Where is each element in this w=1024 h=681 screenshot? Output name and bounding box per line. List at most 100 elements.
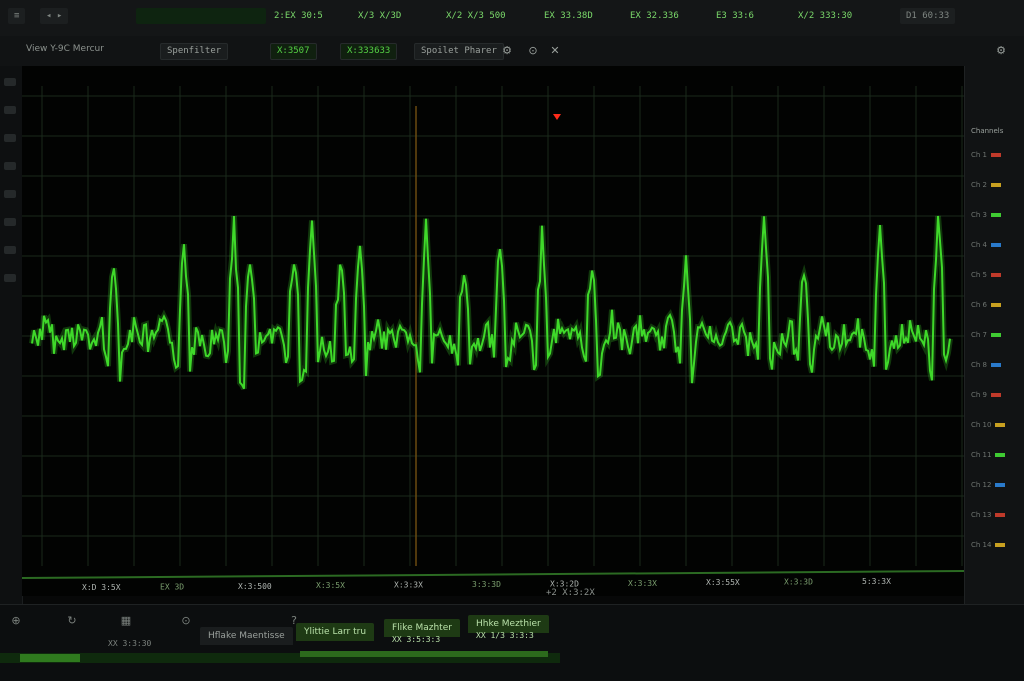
readout-5: EX 32.336 bbox=[630, 11, 679, 21]
channel-color-swatch bbox=[991, 243, 1002, 247]
level-meter-b bbox=[204, 8, 266, 24]
channel-color-swatch bbox=[991, 303, 1002, 307]
readout-4: EX 33.38D bbox=[544, 11, 593, 21]
marker-label: +2 X:3:2X bbox=[546, 588, 595, 598]
channel-label: Ch 1 bbox=[971, 151, 988, 159]
value-chip-b[interactable]: X:333633 bbox=[340, 43, 398, 60]
settings-icon[interactable]: ⚙ bbox=[500, 44, 514, 58]
channel-color-swatch bbox=[991, 213, 1002, 217]
channel-color-swatch bbox=[991, 153, 1002, 157]
rail-tool[interactable] bbox=[4, 190, 16, 198]
channel-label: Ch 13 bbox=[971, 511, 992, 519]
channel-label: Ch 6 bbox=[971, 301, 988, 309]
tab-maentisse[interactable]: Hflake Maentisse bbox=[200, 627, 293, 645]
readout-2: X/3 X/3D bbox=[358, 11, 402, 21]
waveform-trace bbox=[31, 215, 951, 390]
channel-color-swatch bbox=[995, 453, 1006, 457]
oscilloscope-display[interactable]: X:D 3:5X EX 3D X:3:500 X:3:5X X:3:3X 3:3:3D X:… bbox=[21, 66, 965, 596]
loop-icon[interactable]: ↻ bbox=[64, 613, 80, 629]
channel-label: Ch 10 bbox=[971, 421, 992, 429]
target-icon[interactable]: ⊙ bbox=[178, 613, 194, 629]
value-chip-a[interactable]: X:3507 bbox=[270, 43, 317, 60]
channel-label: Ch 2 bbox=[971, 181, 988, 189]
channel-color-swatch bbox=[991, 393, 1002, 397]
timeline-region[interactable] bbox=[300, 651, 548, 657]
channel-color-swatch bbox=[991, 273, 1002, 277]
level-meter-a bbox=[136, 8, 208, 24]
readout-1: 2:EX 30:5 bbox=[274, 11, 323, 21]
view-label: View Y-9C Mercur bbox=[26, 44, 104, 54]
bottom-readout: X:3:3X bbox=[394, 581, 423, 590]
channel-row[interactable]: Ch 3 bbox=[971, 210, 1019, 220]
channel-color-swatch bbox=[995, 513, 1006, 517]
channel-row[interactable]: Ch 2 bbox=[971, 180, 1019, 190]
channel-label: Ch 3 bbox=[971, 211, 988, 219]
channel-color-swatch bbox=[995, 483, 1006, 487]
readout-6: E3 33:6 bbox=[716, 11, 754, 21]
channel-label: Ch 4 bbox=[971, 241, 988, 249]
bottom-readout: 3:3:3D bbox=[472, 580, 501, 589]
bottom-readout: 5:3:3X bbox=[862, 577, 891, 586]
status-1: XX 3:3:30 bbox=[108, 639, 152, 648]
bottom-readout: X:3:3X bbox=[628, 579, 657, 588]
channel-row[interactable]: Ch 4 bbox=[971, 240, 1019, 250]
channel-row[interactable]: Ch 1 bbox=[971, 150, 1019, 160]
bottom-dock: ⊕ ↻ ▦ ⊙ ? Hflake Maentisse Ylittie Larr … bbox=[0, 604, 1024, 681]
rail-tool[interactable] bbox=[4, 78, 16, 86]
bottom-readout: X:3:5X bbox=[316, 581, 345, 590]
channel-row[interactable]: Ch 12 bbox=[971, 480, 1019, 490]
channel-row[interactable]: Ch 13 bbox=[971, 510, 1019, 520]
channel-row[interactable]: Ch 7 bbox=[971, 330, 1019, 340]
channel-row[interactable]: Ch 5 bbox=[971, 270, 1019, 280]
rail-tool[interactable] bbox=[4, 162, 16, 170]
channel-label: Ch 7 bbox=[971, 331, 988, 339]
bottom-readout: X:3:55X bbox=[706, 578, 740, 587]
channel-row[interactable]: Ch 10 bbox=[971, 420, 1019, 430]
close-icon[interactable]: ✕ bbox=[548, 44, 562, 58]
bottom-readout: X:3:500 bbox=[238, 582, 272, 591]
channel-row[interactable]: Ch 6 bbox=[971, 300, 1019, 310]
channel-label: Ch 9 bbox=[971, 391, 988, 399]
rail-tool[interactable] bbox=[4, 218, 16, 226]
rail-tool[interactable] bbox=[4, 134, 16, 142]
tab-larr[interactable]: Ylittie Larr tru bbox=[296, 623, 375, 641]
channel-row[interactable]: Ch 14 bbox=[971, 540, 1019, 550]
status-3: XX 1/3 3:3:3 bbox=[476, 631, 534, 640]
channel-row[interactable]: Ch 8 bbox=[971, 360, 1019, 370]
channel-label: Ch 5 bbox=[971, 271, 988, 279]
rail-tool[interactable] bbox=[4, 274, 16, 282]
channel-label: Ch 8 bbox=[971, 361, 988, 369]
baseline-rule bbox=[21, 570, 965, 579]
zoom-icon[interactable]: ⊕ bbox=[8, 613, 24, 629]
channel-label: Ch 12 bbox=[971, 481, 992, 489]
rail-tool[interactable] bbox=[4, 106, 16, 114]
left-tool-rail bbox=[0, 66, 23, 606]
readout-7: X/2 333:30 bbox=[798, 11, 853, 21]
channel-color-swatch bbox=[991, 333, 1002, 337]
channel-color-swatch bbox=[991, 363, 1002, 367]
channel-row[interactable]: Ch 11 bbox=[971, 450, 1019, 460]
grid-icon[interactable]: ▦ bbox=[118, 613, 134, 629]
readout-3: X/2 X/3 500 bbox=[446, 11, 506, 21]
window-settings-icon[interactable]: ⚙ bbox=[994, 44, 1008, 58]
waveform-canvas[interactable]: X:D 3:5X EX 3D X:3:500 X:3:5X X:3:3X 3:3:3D X:… bbox=[21, 66, 965, 596]
nav-chip[interactable]: ◂ ▸ bbox=[40, 8, 69, 24]
bottom-readout: EX 3D bbox=[160, 582, 184, 591]
channel-row[interactable]: Ch 9 bbox=[971, 390, 1019, 400]
status-2: XX 3:5:3:3 bbox=[392, 635, 441, 644]
readout-8: D1 60:33 bbox=[900, 8, 956, 24]
menu-chip[interactable]: ≡ bbox=[8, 8, 26, 24]
panel-header: Channels bbox=[971, 127, 1004, 135]
bottom-readouts: X:D 3:5X EX 3D X:3:500 X:3:5X X:3:3X 3:3:3D X:… bbox=[82, 577, 891, 592]
mode-chip[interactable]: Spoilet Pharer bbox=[414, 43, 504, 60]
bottom-readout: X:D 3:5X bbox=[82, 583, 121, 592]
channel-panel: Channels Ch 1 Ch 2 Ch 3 Ch 4 Ch 5 Ch 6 Ch 7 Ch … bbox=[964, 66, 1024, 606]
channel-label: Ch 14 bbox=[971, 541, 992, 549]
rail-tool[interactable] bbox=[4, 246, 16, 254]
channel-color-swatch bbox=[995, 543, 1006, 547]
timeline-region[interactable] bbox=[20, 654, 80, 662]
link-icon[interactable]: ⊙ bbox=[526, 44, 540, 58]
trigger-marker[interactable] bbox=[553, 114, 561, 120]
filter-chip[interactable]: Spenfilter bbox=[160, 43, 229, 60]
top-status-bar: ≡ ◂ ▸ 2:EX 30:5 X/3 X/3D X/2 X/3 500 EX … bbox=[0, 0, 1024, 37]
